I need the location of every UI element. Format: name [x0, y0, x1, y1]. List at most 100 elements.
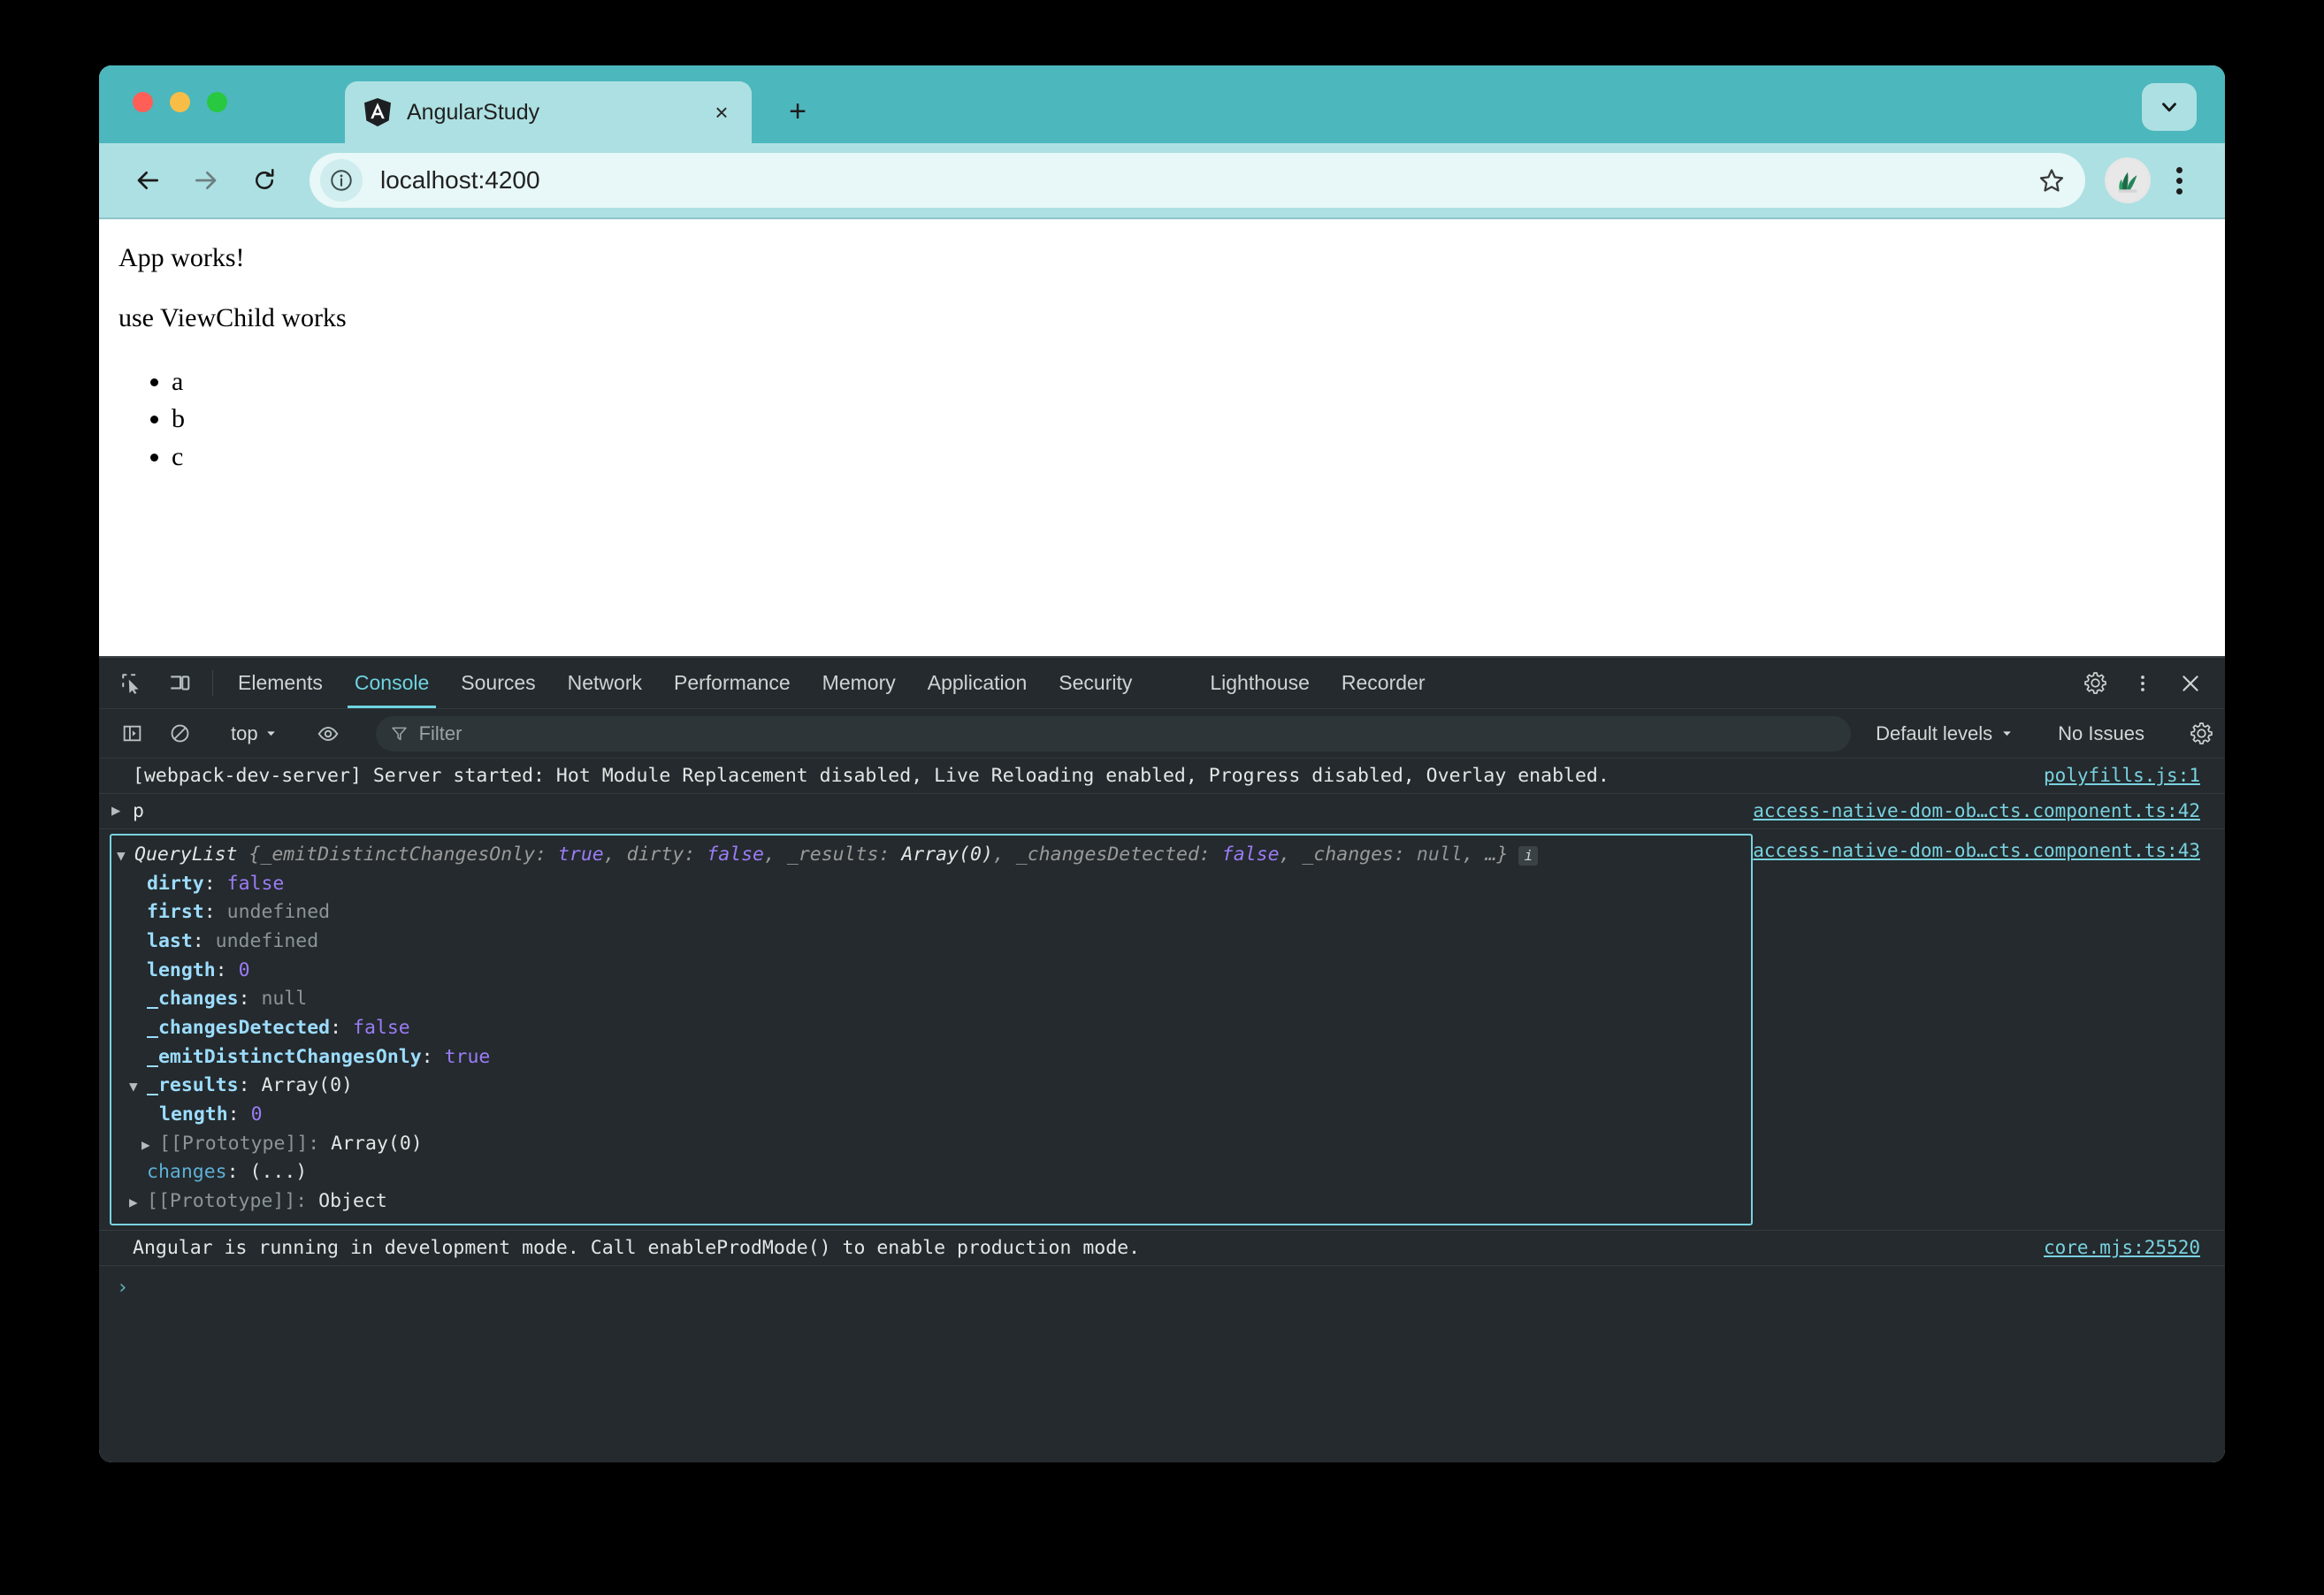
- object-property[interactable]: length: 0: [117, 957, 1742, 986]
- console-message[interactable]: ▶ p access-native-dom-ob…cts.component.t…: [99, 794, 2225, 829]
- console-filter-input[interactable]: Filter: [376, 716, 1852, 752]
- inspect-element-button[interactable]: [108, 658, 156, 708]
- property-value: 0: [251, 1101, 263, 1130]
- expand-triangle-icon[interactable]: ▶: [111, 804, 120, 819]
- property-value: undefined: [216, 927, 319, 957]
- console-filter-bar: top Filter: [99, 709, 2225, 759]
- console-message-source-link[interactable]: core.mjs:25520: [2044, 1237, 2225, 1258]
- profile-avatar[interactable]: [2105, 157, 2151, 203]
- back-button[interactable]: [118, 156, 177, 205]
- tab-memory[interactable]: Memory: [807, 658, 912, 708]
- console-sidebar-button[interactable]: [108, 722, 156, 744]
- bookmark-button[interactable]: [2027, 156, 2076, 205]
- tab-console[interactable]: Console: [339, 658, 445, 708]
- console-message-source-link[interactable]: access-native-dom-ob…cts.component.ts:42: [1753, 800, 2225, 821]
- summary-key: _changesDetected: [1016, 841, 1199, 870]
- tab-sources[interactable]: Sources: [445, 658, 551, 708]
- object-property[interactable]: length: 0: [117, 1101, 1742, 1130]
- summary-value: Array(0): [901, 841, 993, 870]
- forward-button[interactable]: [177, 156, 235, 205]
- console-object-message[interactable]: ▼QueryList {_emitDistinctChangesOnly: tr…: [99, 829, 2225, 1231]
- console-message[interactable]: [webpack-dev-server] Server started: Hot…: [99, 759, 2225, 794]
- object-property[interactable]: dirty: false: [117, 870, 1742, 899]
- summary-key: _results: [787, 841, 879, 870]
- star-icon: [2038, 167, 2065, 194]
- maximize-window-button[interactable]: [207, 92, 227, 112]
- tab-security[interactable]: Security: [1043, 658, 1148, 708]
- tab-recorder[interactable]: Recorder: [1326, 658, 1441, 708]
- log-levels-selector[interactable]: Default levels: [1863, 722, 2025, 745]
- console-prompt[interactable]: ›: [99, 1266, 2225, 1299]
- angular-logo-icon: [364, 98, 391, 126]
- tab-search-button[interactable]: [2142, 83, 2197, 131]
- object-property-expandable[interactable]: ▶[[Prototype]]: Array(0): [117, 1130, 1742, 1159]
- close-tab-button[interactable]: ×: [706, 96, 738, 128]
- list-item: a: [172, 363, 2225, 401]
- console-message[interactable]: Angular is running in development mode. …: [99, 1231, 2225, 1266]
- info-badge[interactable]: i: [1518, 846, 1538, 866]
- console-message-source-link[interactable]: polyfills.js:1: [2044, 765, 2225, 786]
- console-output[interactable]: [webpack-dev-server] Server started: Hot…: [99, 759, 2225, 1462]
- devtools-close-button[interactable]: [2167, 672, 2214, 695]
- console-message-source-link[interactable]: access-native-dom-ob…cts.component.ts:43: [1753, 829, 2225, 861]
- issues-counter[interactable]: No Issues: [2044, 722, 2159, 745]
- property-key: last: [147, 927, 193, 957]
- address-bar[interactable]: localhost:4200: [310, 153, 2085, 208]
- property-key: _results: [147, 1072, 239, 1101]
- expand-triangle-icon[interactable]: ▶: [129, 1192, 147, 1213]
- property-key: _changes: [147, 985, 239, 1014]
- page-viewport: App works! use ViewChild works a b c: [99, 219, 2225, 656]
- browser-menu-button[interactable]: [2158, 156, 2200, 205]
- object-property[interactable]: _emitDistinctChangesOnly: true: [117, 1043, 1742, 1072]
- summary-key: _emitDistinctChangesOnly: [260, 841, 535, 870]
- object-property[interactable]: _changes: null: [117, 985, 1742, 1014]
- object-property-expandable[interactable]: ▼_results: Array(0): [117, 1072, 1742, 1101]
- property-value: Array(0): [331, 1130, 423, 1159]
- tab-elements[interactable]: Elements: [222, 658, 339, 708]
- object-summary-close: …}: [1486, 841, 1509, 870]
- property-value: false: [353, 1014, 410, 1043]
- console-settings-button[interactable]: [2177, 721, 2225, 745]
- object-summary-line[interactable]: ▼QueryList {_emitDistinctChangesOnly: tr…: [117, 841, 1742, 870]
- property-key: dirty: [147, 870, 204, 899]
- minimize-window-button[interactable]: [170, 92, 190, 112]
- live-expression-button[interactable]: [304, 722, 352, 745]
- tab-performance[interactable]: Performance: [658, 658, 807, 708]
- chevron-down-icon: [2158, 95, 2181, 118]
- device-toolbar-button[interactable]: [156, 658, 203, 708]
- info-circle-icon[interactable]: [320, 159, 363, 202]
- tab-lighthouse[interactable]: Lighthouse: [1194, 658, 1326, 708]
- devtools-settings-button[interactable]: [2071, 671, 2119, 695]
- console-message-text: p: [99, 800, 1753, 822]
- clear-console-icon: [169, 722, 191, 744]
- devtools-more-button[interactable]: [2119, 673, 2167, 694]
- clear-console-button[interactable]: [156, 722, 203, 744]
- property-value: null: [261, 985, 307, 1014]
- url-text[interactable]: localhost:4200: [380, 166, 2027, 195]
- inspect-element-icon: [120, 672, 143, 695]
- tab-application[interactable]: Application: [912, 658, 1044, 708]
- object-property[interactable]: first: undefined: [117, 898, 1742, 927]
- browser-tab[interactable]: AngularStudy ×: [345, 81, 752, 143]
- expand-triangle-icon[interactable]: ▶: [141, 1134, 159, 1156]
- forward-arrow-icon: [192, 166, 220, 195]
- close-window-button[interactable]: [133, 92, 153, 112]
- tab-network[interactable]: Network: [552, 658, 658, 708]
- property-value[interactable]: (...): [250, 1158, 308, 1187]
- new-tab-button[interactable]: +: [778, 92, 817, 131]
- summary-value: false: [1222, 841, 1280, 870]
- property-value: true: [445, 1043, 491, 1072]
- expanded-object: ▼QueryList {_emitDistinctChangesOnly: tr…: [110, 834, 1753, 1225]
- collapse-triangle-icon[interactable]: ▼: [117, 845, 134, 866]
- summary-value: null: [1417, 841, 1463, 870]
- object-property[interactable]: last: undefined: [117, 927, 1742, 957]
- collapse-triangle-icon[interactable]: ▼: [129, 1076, 147, 1097]
- devtools-tabbar-actions: [2053, 658, 2225, 708]
- object-property[interactable]: _changesDetected: false: [117, 1014, 1742, 1043]
- object-property[interactable]: changes: (...): [117, 1158, 1742, 1187]
- execution-context-selector[interactable]: top: [222, 722, 286, 745]
- prompt-caret-icon: ›: [117, 1277, 128, 1299]
- object-property-expandable[interactable]: ▶[[Prototype]]: Object: [117, 1187, 1742, 1217]
- divider: [212, 670, 213, 696]
- reload-button[interactable]: [235, 156, 294, 205]
